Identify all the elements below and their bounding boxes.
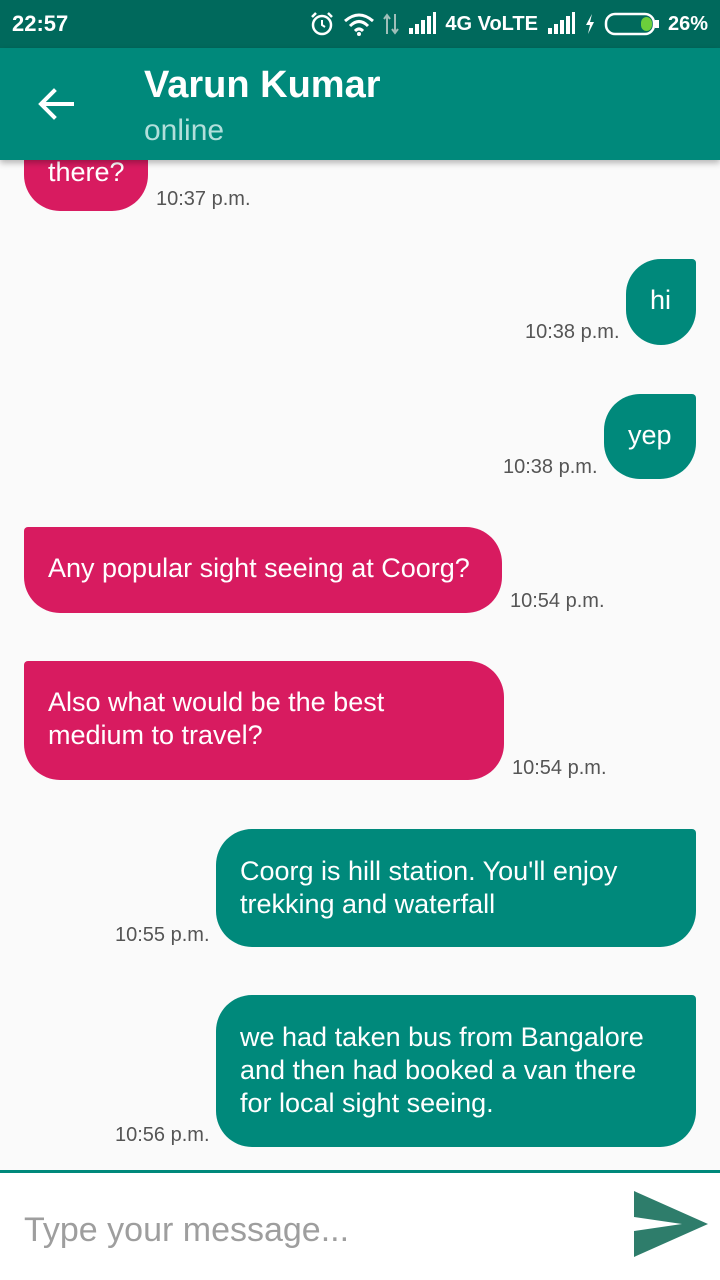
arrow-left-icon <box>38 88 74 120</box>
message-text: Any popular sight seeing at Coorg? <box>48 553 470 583</box>
signal-icon <box>547 12 575 34</box>
status-bar: 22:57 4G VoLTE 26% <box>0 0 720 48</box>
contact-status: online <box>144 114 225 147</box>
message-bubble[interactable]: there? <box>24 160 148 211</box>
back-button[interactable] <box>30 84 82 124</box>
charging-icon <box>585 14 594 34</box>
message-composer <box>0 1170 720 1280</box>
battery-icon <box>604 12 659 36</box>
network-label: 4G VoLTE <box>445 12 538 35</box>
contact-name: Varun Kumar <box>144 64 381 106</box>
battery-percent: 26% <box>667 12 708 35</box>
message-time: 10:38 p.m. <box>503 456 598 478</box>
message-time: 10:54 p.m. <box>510 590 605 612</box>
status-time: 22:57 <box>12 11 69 36</box>
message-text: hi <box>650 285 672 315</box>
battery-fill <box>640 17 652 31</box>
message-text: we had taken bus from Bangalore and then… <box>240 1022 644 1118</box>
message-time: 10:55 p.m. <box>115 924 210 946</box>
send-button[interactable] <box>630 1187 710 1261</box>
message-bubble[interactable]: hi <box>626 259 696 345</box>
message-text: there? <box>48 160 125 187</box>
message-bubble[interactable]: yep <box>604 394 696 479</box>
message-time: 10:38 p.m. <box>525 321 620 343</box>
message-time: 10:54 p.m. <box>512 757 607 779</box>
signal-icon <box>409 12 437 34</box>
message-time: 10:37 p.m. <box>156 188 251 210</box>
message-list[interactable]: there? 10:37 p.m. hi 10:38 p.m. yep 10:3… <box>0 160 720 1170</box>
message-bubble[interactable]: Coorg is hill station. You'll enjoy trek… <box>216 829 696 947</box>
message-text: Coorg is hill station. You'll enjoy trek… <box>240 856 618 919</box>
chat-header: Varun Kumar online <box>0 48 720 160</box>
message-input[interactable] <box>24 1203 604 1257</box>
status-icons: 4G VoLTE 26% <box>309 10 708 38</box>
message-text: Also what would be the best medium to tr… <box>48 687 385 750</box>
wifi-icon <box>344 13 375 36</box>
message-text: yep <box>628 420 672 450</box>
message-bubble[interactable]: Also what would be the best medium to tr… <box>24 661 504 780</box>
send-icon <box>634 1191 708 1257</box>
data-arrows-icon <box>383 13 400 35</box>
message-bubble[interactable]: Any popular sight seeing at Coorg? <box>24 527 502 613</box>
alarm-icon <box>311 12 334 36</box>
message-bubble[interactable]: we had taken bus from Bangalore and then… <box>216 995 696 1147</box>
message-time: 10:56 p.m. <box>115 1124 210 1146</box>
